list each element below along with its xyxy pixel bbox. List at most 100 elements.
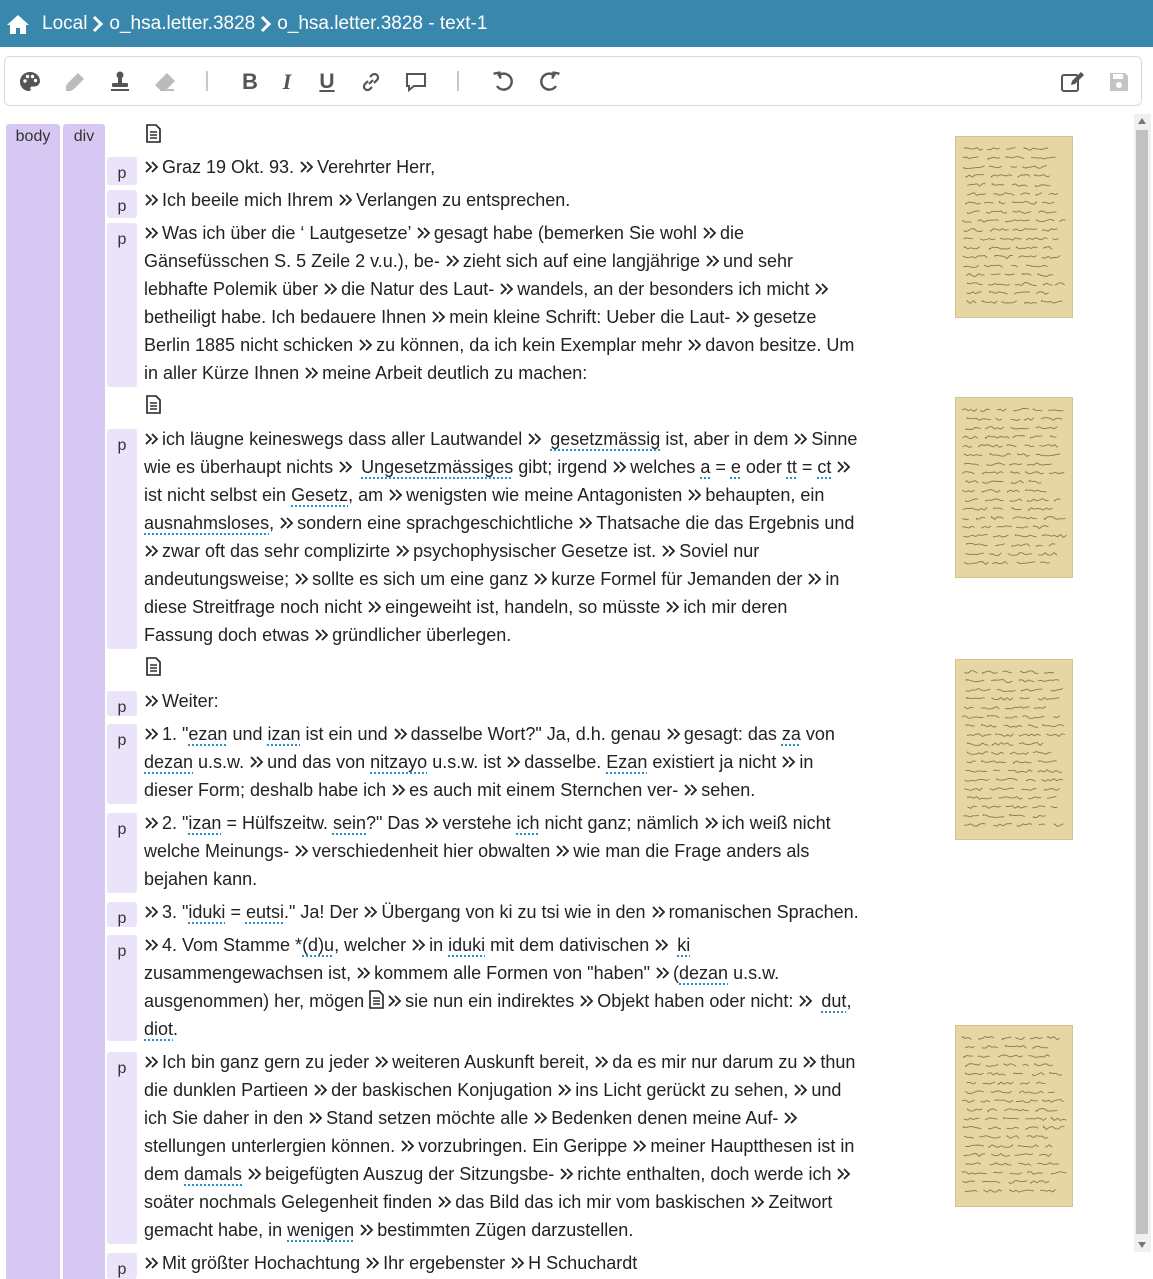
tag-div[interactable]: div <box>63 124 105 1279</box>
facsimile-thumbnail[interactable] <box>955 136 1073 318</box>
line-break-marker-icon[interactable] <box>612 458 630 474</box>
annotated-term[interactable]: Ezan <box>606 752 647 772</box>
text-line[interactable]: welche Meinungs- verschiedenheit hier ob… <box>144 840 809 862</box>
scrollbar-thumb[interactable] <box>1136 130 1148 1234</box>
line-break-marker-icon[interactable] <box>735 308 753 324</box>
annotated-term[interactable]: dezan <box>144 752 193 772</box>
text-line[interactable]: 2. "izan = Hülfszeitw. sein?" Das verste… <box>144 812 831 834</box>
palette-icon[interactable] <box>17 69 43 95</box>
vertical-scrollbar[interactable] <box>1134 114 1151 1252</box>
line-break-marker-icon[interactable] <box>793 430 811 446</box>
line-break-marker-icon[interactable] <box>750 1193 768 1209</box>
text-line[interactable]: Graz 19 Okt. 93. Verehrter Herr, <box>144 156 435 178</box>
tag-body[interactable]: body <box>6 124 60 1279</box>
eraser-icon[interactable] <box>152 69 178 95</box>
line-break-marker-icon[interactable] <box>247 1165 265 1181</box>
line-break-marker-icon[interactable] <box>704 814 722 830</box>
text-line[interactable]: 3. "iduki = eutsi." Ja! Der Übergang von… <box>144 901 859 923</box>
text-line[interactable]: ausgenommen) her, mögen sie nun ein indi… <box>144 990 851 1012</box>
line-break-marker-icon[interactable] <box>510 1254 528 1270</box>
tag-p[interactable]: p <box>107 429 137 649</box>
line-break-marker-icon[interactable] <box>144 542 162 558</box>
annotated-term[interactable]: ezan <box>188 724 227 744</box>
line-break-marker-icon[interactable] <box>661 542 679 558</box>
line-break-marker-icon[interactable] <box>144 725 162 741</box>
text-line[interactable]: Mit größter Hochachtung Ihr ergebenster … <box>144 1252 637 1274</box>
annotated-term[interactable]: iduki <box>188 902 225 922</box>
stamp-icon[interactable] <box>107 69 133 95</box>
highlighter-icon[interactable] <box>62 69 88 95</box>
line-break-marker-icon[interactable] <box>651 903 669 919</box>
facsimile-thumbnail[interactable] <box>955 1025 1073 1207</box>
annotated-term[interactable]: Ungesetzmässiges <box>361 457 513 477</box>
line-break-marker-icon[interactable] <box>499 280 517 296</box>
tag-p[interactable]: p <box>107 902 137 927</box>
page-break-icon[interactable] <box>146 395 162 415</box>
annotated-term[interactable]: ich <box>516 813 539 833</box>
line-break-marker-icon[interactable] <box>363 903 381 919</box>
line-break-marker-icon[interactable] <box>279 514 297 530</box>
link-icon[interactable] <box>358 69 384 95</box>
line-break-marker-icon[interactable] <box>416 224 434 240</box>
line-break-marker-icon[interactable] <box>559 1165 577 1181</box>
facsimile-thumbnail[interactable] <box>955 659 1073 840</box>
line-break-marker-icon[interactable] <box>445 252 463 268</box>
line-break-marker-icon[interactable] <box>702 224 720 240</box>
line-break-marker-icon[interactable] <box>555 842 573 858</box>
line-break-marker-icon[interactable] <box>304 364 322 380</box>
tag-p[interactable]: p <box>107 223 137 387</box>
line-break-marker-icon[interactable] <box>144 903 162 919</box>
edit-icon[interactable] <box>1060 69 1086 95</box>
text-line[interactable]: soäter nochmals Gelegenheit finden das B… <box>144 1191 832 1213</box>
line-break-marker-icon[interactable] <box>557 1081 575 1097</box>
text-line[interactable]: wie es überhaupt nichts Ungesetzmässiges… <box>144 456 854 478</box>
line-break-marker-icon[interactable] <box>807 570 825 586</box>
line-break-marker-icon[interactable] <box>424 814 442 830</box>
text-line[interactable]: zwar oft das sehr complizirte psychophys… <box>144 540 759 562</box>
line-break-marker-icon[interactable] <box>506 753 524 769</box>
line-break-marker-icon[interactable] <box>783 1109 801 1125</box>
annotated-term[interactable]: izan <box>188 813 221 833</box>
line-break-marker-icon[interactable] <box>393 725 411 741</box>
text-line[interactable]: bejahen kann. <box>144 868 257 890</box>
text-line[interactable]: Weiter: <box>144 690 219 712</box>
annotated-term[interactable]: iduki <box>448 935 485 955</box>
annotated-term[interactable]: diot <box>144 1019 173 1039</box>
line-break-marker-icon[interactable] <box>705 252 723 268</box>
line-break-marker-icon[interactable] <box>338 458 356 474</box>
line-break-marker-icon[interactable] <box>665 598 683 614</box>
line-break-marker-icon[interactable] <box>793 1081 811 1097</box>
line-break-marker-icon[interactable] <box>781 753 799 769</box>
tag-p[interactable]: p <box>107 935 137 1041</box>
page-break-icon[interactable] <box>369 990 387 1009</box>
tag-p[interactable]: p <box>107 691 137 716</box>
line-break-marker-icon[interactable] <box>594 1053 612 1069</box>
text-line[interactable]: gemacht habe, in wenigen bestimmten Züge… <box>144 1219 633 1241</box>
line-break-marker-icon[interactable] <box>527 430 545 446</box>
line-break-marker-icon[interactable] <box>836 1165 854 1181</box>
annotated-term[interactable]: gesetzmässig <box>550 429 660 449</box>
line-break-marker-icon[interactable] <box>395 542 413 558</box>
undo-icon[interactable] <box>491 69 517 95</box>
annotated-term[interactable]: a <box>700 457 710 477</box>
line-break-marker-icon[interactable] <box>666 725 684 741</box>
text-line[interactable]: Ich bin ganz gern zu jeder weiteren Ausk… <box>144 1051 855 1073</box>
line-break-marker-icon[interactable] <box>411 936 429 952</box>
line-break-marker-icon[interactable] <box>144 1254 162 1270</box>
line-break-marker-icon[interactable] <box>144 224 162 240</box>
tag-p[interactable]: p <box>107 157 137 185</box>
tag-p[interactable]: p <box>107 1052 137 1244</box>
line-break-marker-icon[interactable] <box>144 814 162 830</box>
bold-icon[interactable]: B <box>237 69 263 95</box>
tag-p[interactable]: p <box>107 1253 137 1279</box>
line-break-marker-icon[interactable] <box>308 1109 326 1125</box>
scroll-up-icon[interactable] <box>1138 118 1146 124</box>
line-break-marker-icon[interactable] <box>365 1254 383 1270</box>
line-break-marker-icon[interactable] <box>144 1053 162 1069</box>
annotated-term[interactable]: dezan <box>679 963 728 983</box>
annotated-term[interactable]: tt <box>787 457 797 477</box>
text-line[interactable]: betheiligt habe. Ich bedauere Ihnen mein… <box>144 306 816 328</box>
line-break-marker-icon[interactable] <box>683 781 701 797</box>
line-break-marker-icon[interactable] <box>144 936 162 952</box>
text-line[interactable]: diese Streitfrage noch nicht eingeweiht … <box>144 596 787 618</box>
